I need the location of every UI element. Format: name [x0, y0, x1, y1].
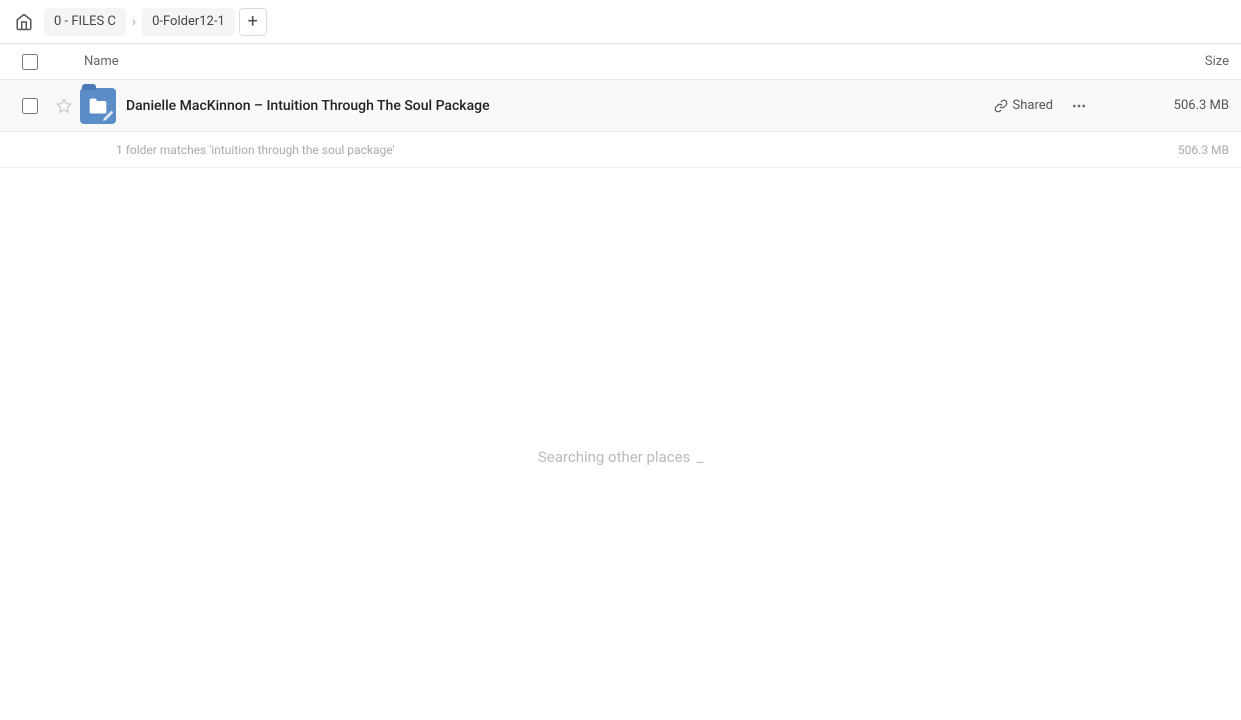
- more-dots-icon: [1071, 98, 1087, 114]
- folder-icon-wrapper: [80, 88, 116, 124]
- loading-indicator: [696, 448, 703, 466]
- folder-icon: [80, 88, 116, 124]
- file-actions: Shared: [994, 92, 1093, 120]
- breadcrumb-separator-1: ›: [132, 14, 136, 30]
- searching-text: Searching other places: [538, 448, 703, 466]
- add-tab-button[interactable]: +: [239, 8, 267, 36]
- file-row[interactable]: Danielle MacKinnon – Intuition Through T…: [0, 80, 1241, 132]
- match-text: 1 folder matches 'intuition through the …: [116, 143, 1109, 157]
- size-column-header: Size: [1109, 54, 1229, 69]
- searching-section: Searching other places: [0, 448, 1241, 466]
- home-button[interactable]: [8, 6, 40, 38]
- shared-label: Shared: [1013, 98, 1053, 113]
- file-size: 506.3 MB: [1109, 98, 1229, 113]
- breadcrumb-item-folder12[interactable]: 0-Folder12-1: [142, 8, 235, 36]
- breadcrumb-item-files-c[interactable]: 0 - FILES C: [44, 8, 126, 36]
- file-name-section: Danielle MacKinnon – Intuition Through T…: [126, 98, 994, 114]
- name-column-header: Name: [80, 54, 1109, 69]
- row-checkbox[interactable]: [22, 98, 38, 114]
- link-icon: [994, 99, 1008, 113]
- star-button[interactable]: [48, 98, 80, 114]
- row-checkbox-wrapper[interactable]: [12, 98, 48, 114]
- select-all-checkbox[interactable]: [22, 54, 38, 70]
- column-header-row: Name Size: [0, 44, 1241, 80]
- shared-badge[interactable]: Shared: [994, 98, 1053, 113]
- match-size: 506.3 MB: [1109, 143, 1229, 157]
- match-info-row: 1 folder matches 'intuition through the …: [0, 132, 1241, 168]
- breadcrumb-bar: 0 - FILES C › 0-Folder12-1 +: [0, 0, 1241, 44]
- file-name: Danielle MacKinnon – Intuition Through T…: [126, 98, 994, 114]
- more-options-button[interactable]: [1065, 92, 1093, 120]
- select-all-checkbox-wrapper[interactable]: [12, 54, 48, 70]
